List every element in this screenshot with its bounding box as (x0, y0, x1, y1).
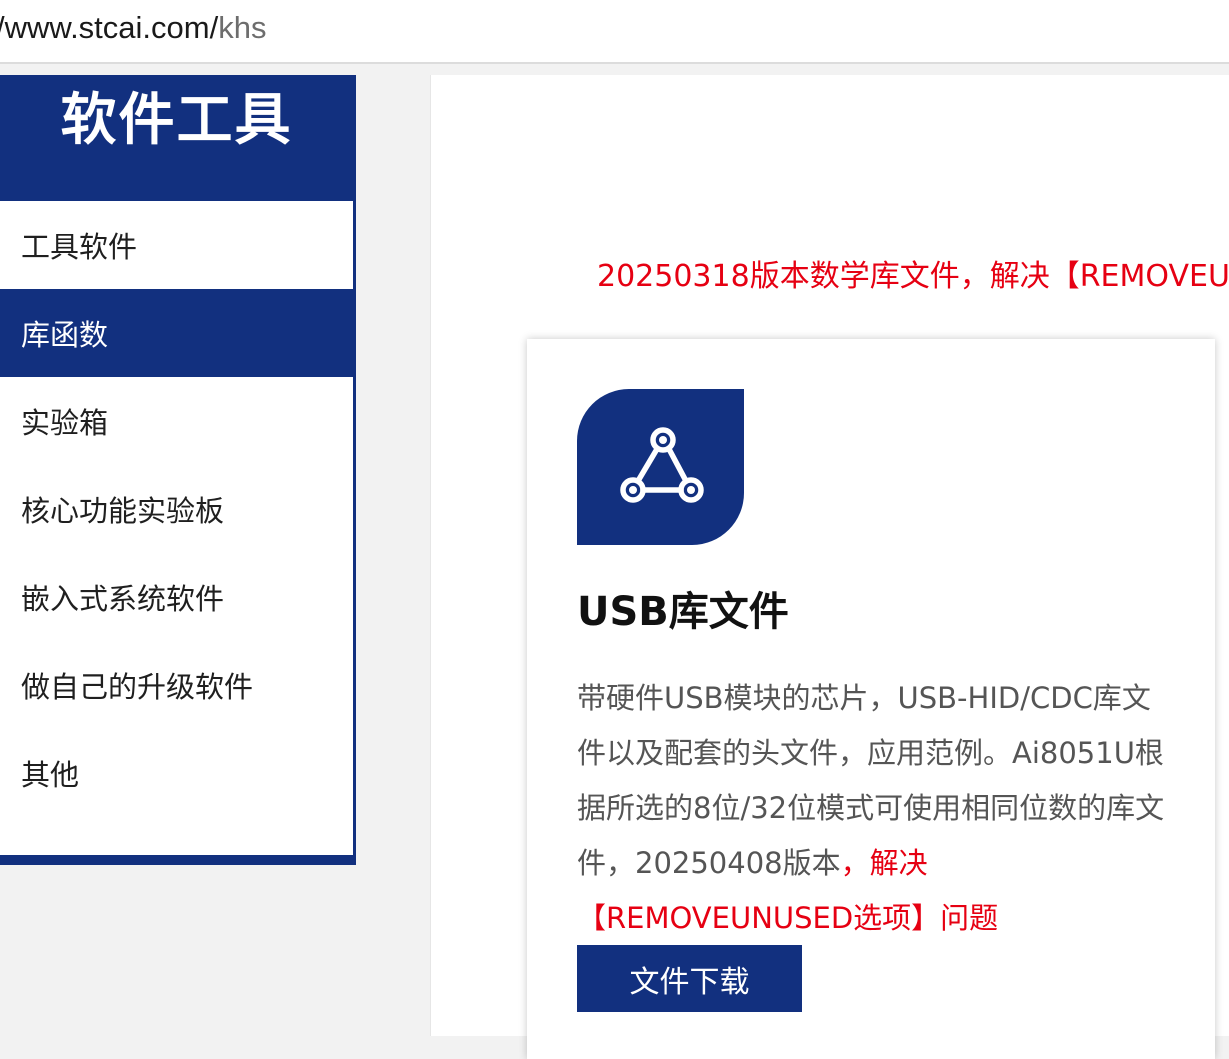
share-network-icon-graphic (619, 427, 704, 503)
sidebar-item-tool-software[interactable]: 工具软件 (0, 201, 353, 289)
sidebar-item-other[interactable]: 其他 (0, 729, 353, 817)
sidebar: 软件工具 工具软件 库函数 实验箱 核心功能实验板 嵌入式系统软件 做自己的升级… (0, 75, 356, 865)
share-network-icon (577, 389, 744, 545)
sidebar-item-custom-upgrade-software[interactable]: 做自己的升级软件 (0, 641, 353, 729)
sidebar-item-experiment-box[interactable]: 实验箱 (0, 377, 353, 465)
url-host: /www.stcai.com/ (0, 10, 219, 45)
main-content: 20250318版本数学库文件，解决【REMOVEU USB库文件 带硬件USB… (430, 75, 1229, 1059)
sidebar-item-core-function-board[interactable]: 核心功能实验板 (0, 465, 353, 553)
address-bar[interactable]: /www.stcai.com/khs (0, 0, 1229, 64)
sidebar-title: 软件工具 (0, 75, 353, 201)
file-download-button[interactable]: 文件下载 (577, 945, 802, 1012)
url-text[interactable]: /www.stcai.com/khs (0, 8, 266, 48)
url-path: khs (218, 10, 267, 45)
library-card: USB库文件 带硬件USB模块的芯片，USB-HID/CDC库文件以及配套的头文… (527, 339, 1215, 1059)
banner-notice[interactable]: 20250318版本数学库文件，解决【REMOVEU (597, 251, 1229, 295)
card-title: USB库文件 (577, 589, 789, 635)
card-description: 带硬件USB模块的芯片，USB-HID/CDC库文件以及配套的头文件，应用范例。… (577, 671, 1177, 946)
sidebar-item-library-functions[interactable]: 库函数 (0, 289, 353, 377)
sidebar-item-embedded-system-software[interactable]: 嵌入式系统软件 (0, 553, 353, 641)
